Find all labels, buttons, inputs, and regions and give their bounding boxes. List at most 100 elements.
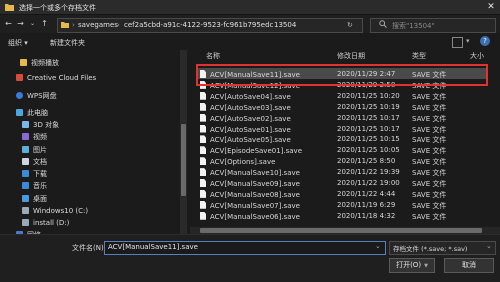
drive-icon	[22, 207, 29, 214]
video-icon	[22, 133, 29, 140]
breadcrumb-separator-icon: ›	[72, 21, 75, 29]
breadcrumb-item[interactable]: savegames	[78, 21, 118, 29]
file-icon	[200, 157, 206, 166]
download-icon	[22, 170, 29, 177]
folder-icon	[61, 22, 69, 28]
sidebar-item[interactable]: Creative Cloud Files	[16, 74, 96, 87]
breadcrumb-item[interactable]: cef2a5cbd-a91c-4122-9523-fc961b795edc	[124, 21, 273, 29]
chevron-down-icon[interactable]: ⌄	[486, 242, 492, 250]
cancel-button[interactable]: 取消	[444, 258, 494, 273]
computer-icon	[16, 109, 23, 116]
file-type: SAVE 文件	[412, 180, 447, 188]
search-placeholder: 搜索"13504"	[392, 22, 435, 30]
new-folder-button[interactable]: 新建文件夹	[50, 38, 85, 48]
refresh-icon[interactable]: ↻	[347, 21, 353, 29]
file-date: 2020/11/22 19:39	[337, 168, 400, 177]
file-type: SAVE 文件	[412, 114, 447, 123]
cloud-icon	[16, 92, 23, 99]
file-name: ACV[AutoSave05].save	[210, 136, 291, 145]
file-type: SAVE 文件	[412, 125, 447, 134]
open-button[interactable]: 打开(O) ▼	[389, 258, 435, 273]
chevron-down-icon[interactable]: ⌄	[375, 242, 381, 250]
file-type: SAVE 文件	[412, 136, 447, 145]
chevron-down-icon[interactable]: ⌄	[28, 19, 37, 29]
file-date: 2020/11/25 10:15	[337, 135, 400, 144]
column-header-name[interactable]: 名称	[206, 51, 220, 63]
file-type: SAVE 文件	[412, 147, 447, 156]
sidebar-item[interactable]: 视频	[22, 132, 47, 145]
file-date: 2020/11/19 6:29	[337, 200, 396, 209]
music-icon	[22, 182, 29, 189]
sidebar-item[interactable]: 音乐	[22, 181, 47, 194]
drive-icon	[22, 219, 29, 226]
filetype-value: 存档文件 (*.save; *.sav)	[393, 245, 468, 253]
file-icon	[200, 124, 206, 133]
file-name: ACV[Options].save	[210, 158, 276, 167]
file-name: ACV[ManualSave08].save	[210, 190, 300, 199]
document-icon	[22, 158, 29, 165]
sidebar-scrollbar-thumb[interactable]	[181, 124, 186, 196]
filename-label: 文件名(N):	[72, 244, 107, 252]
file-icon	[200, 211, 206, 220]
file-type: SAVE 文件	[412, 103, 447, 112]
file-name: ACV[ManualSave09].save	[210, 180, 300, 188]
file-type: SAVE 文件	[412, 169, 447, 178]
file-date: 2020/11/25 10:19	[337, 102, 400, 111]
file-name: ACV[AutoSave04].save	[210, 92, 291, 101]
file-date: 2020/11/25 10:20	[337, 91, 400, 100]
sidebar-item[interactable]: 桌面	[22, 194, 47, 207]
help-icon[interactable]: ?	[480, 36, 490, 46]
chevron-down-icon: ▼	[424, 263, 428, 269]
file-date: 2020/11/25 8:50	[337, 157, 396, 166]
breadcrumb-separator-icon: ›	[117, 21, 120, 29]
up-icon[interactable]: ↑	[40, 19, 49, 29]
forward-icon[interactable]: →	[16, 19, 25, 29]
column-header-size[interactable]: 大小	[470, 51, 484, 63]
file-type: SAVE 文件	[412, 212, 447, 221]
view-options-icon[interactable]	[452, 37, 463, 48]
breadcrumb-item[interactable]: 13504	[274, 21, 296, 29]
file-date: 2020/11/22 4:44	[337, 189, 396, 198]
desktop-icon	[22, 195, 29, 202]
cloud-icon	[16, 74, 23, 81]
file-icon	[200, 102, 206, 111]
file-type: SAVE 文件	[412, 92, 447, 101]
file-icon	[200, 200, 206, 209]
back-icon[interactable]: ←	[4, 19, 13, 29]
annotation-highlight-box	[196, 64, 488, 86]
column-header-type[interactable]: 类型	[412, 51, 426, 63]
file-date: 2020/11/25 10:17	[337, 113, 400, 122]
file-name: ACV[AutoSave03].save	[210, 103, 291, 112]
file-icon	[200, 113, 206, 122]
file-icon	[200, 179, 206, 187]
file-icon	[200, 146, 206, 155]
file-date: 2020/11/25 10:05	[337, 146, 400, 155]
horizontal-scrollbar-thumb[interactable]	[200, 228, 482, 233]
chevron-down-icon[interactable]: ▾	[466, 37, 470, 45]
file-date: 2020/11/25 10:17	[337, 124, 400, 133]
file-icon	[200, 135, 206, 144]
folder-icon	[5, 4, 14, 11]
file-icon	[200, 189, 206, 198]
file-date: 2020/11/18 4:32	[337, 211, 396, 220]
breadcrumb-separator-icon: ›	[267, 21, 270, 29]
filename-value: ACV[ManualSave11].save	[108, 243, 198, 251]
sidebar-item[interactable]: WPS网盘	[16, 91, 57, 104]
cube-icon	[22, 121, 29, 128]
column-header-modified[interactable]: 修改日期	[337, 51, 365, 63]
file-type: SAVE 文件	[412, 190, 447, 199]
file-name: ACV[ManualSave07].save	[210, 201, 300, 210]
file-name: ACV[EpisodeSave01].save	[210, 147, 302, 156]
file-name: ACV[ManualSave06].save	[210, 212, 300, 221]
organize-button[interactable]: 组织 ▾	[8, 38, 28, 48]
picture-icon	[22, 146, 29, 153]
file-type: SAVE 文件	[412, 201, 447, 210]
close-icon[interactable]: ✕	[486, 2, 496, 12]
file-date: 2020/11/22 19:00	[337, 179, 400, 187]
file-type: SAVE 文件	[412, 158, 447, 167]
sidebar-item[interactable]: 视频播放	[20, 58, 59, 71]
file-name: ACV[AutoSave01].save	[210, 125, 291, 134]
file-icon	[200, 91, 206, 100]
folder-icon	[20, 59, 27, 66]
file-name: ACV[AutoSave02].save	[210, 114, 291, 123]
